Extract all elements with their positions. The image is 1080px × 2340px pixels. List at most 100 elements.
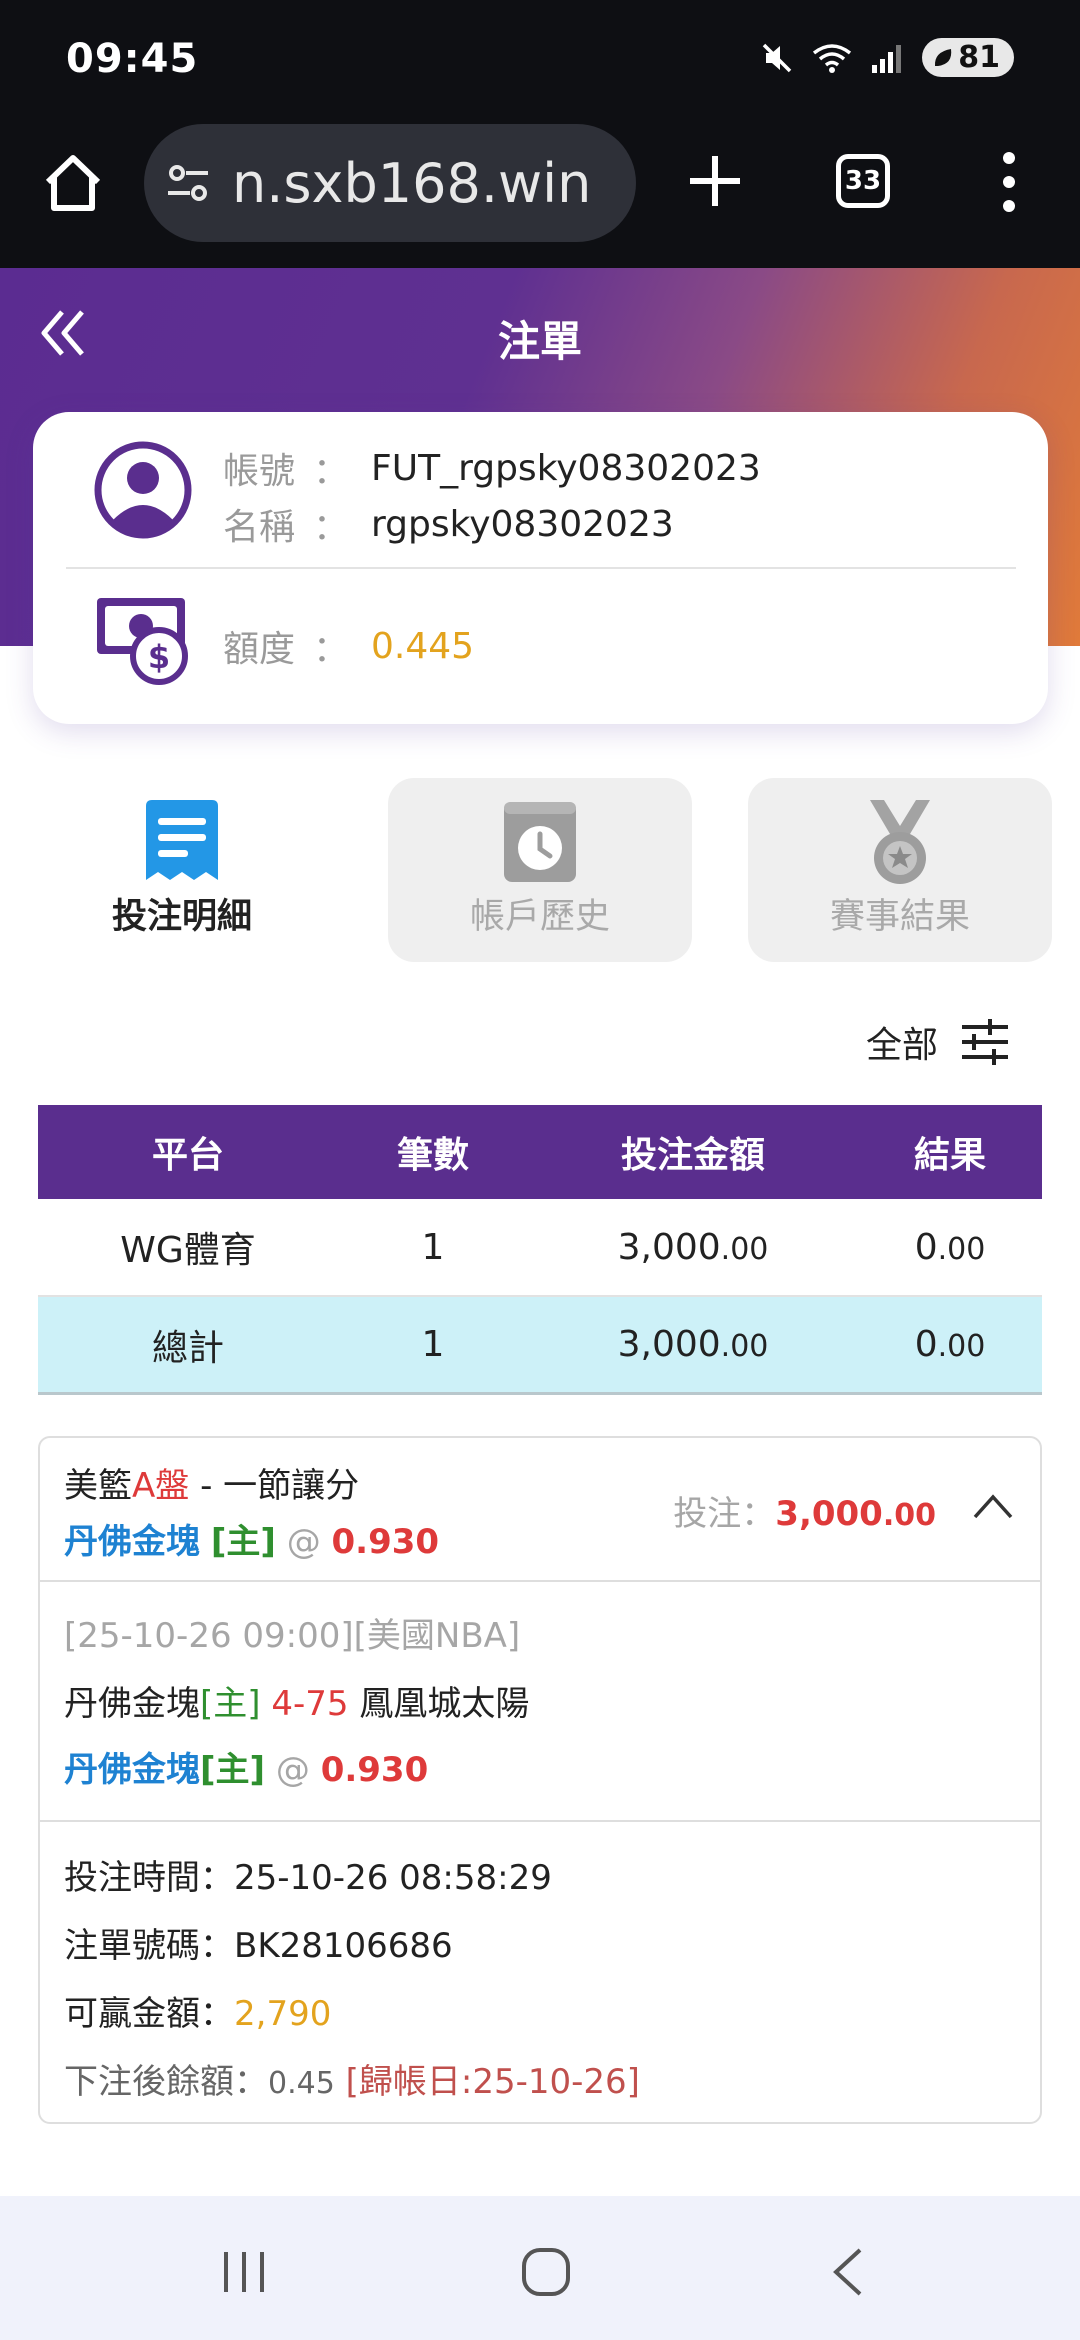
sliders-icon[interactable]	[960, 1017, 1010, 1067]
receipt-icon	[146, 800, 218, 880]
colon: ：	[313, 629, 350, 670]
header-result: 結果	[913, 1135, 986, 1176]
market-highlight: A盤	[132, 1466, 190, 1506]
page-title: 注單	[497, 317, 582, 366]
colon: ：	[313, 507, 350, 548]
win-label: 可贏金額：	[64, 1994, 234, 2034]
account-id-label: 帳號	[223, 451, 296, 492]
address-bar[interactable]: n.sxb168.win	[144, 124, 636, 242]
home-button-icon[interactable]	[520, 2246, 572, 2298]
money-coin-icon: $	[97, 598, 188, 685]
bet-detail-card: 美籃A盤 - 一節讓分 丹佛金塊 [主] @ 0.930 投注：3,000.00…	[38, 1436, 1042, 2124]
result-int: 0	[914, 1324, 938, 1365]
recent-apps-icon[interactable]	[218, 2246, 270, 2298]
pick-side: [主]	[210, 1522, 276, 1562]
settle-date: [歸帳日:25-10-26]	[345, 2062, 640, 2102]
bet-summary-header[interactable]: 美籃A盤 - 一節讓分 丹佛金塊 [主] @ 0.930 投注：3,000.00	[40, 1438, 1040, 1582]
account-name-row: 名稱 ： rgpsky08302023	[223, 498, 674, 550]
tab-switcher-button[interactable]: 33	[836, 154, 890, 208]
table-header: 平台 筆數 投注金額 結果	[38, 1105, 1042, 1199]
pick-team: 丹佛金塊	[64, 1750, 200, 1790]
pick-side: [主]	[200, 1750, 266, 1790]
wifi-icon	[813, 43, 852, 73]
url-text[interactable]: n.sxb168.win	[232, 152, 591, 215]
at-sign: @	[275, 1750, 310, 1790]
bet-event-section: [25-10-26 09:00][美國NBA] 丹佛金塊[主] 4-75 鳳凰城…	[40, 1582, 1040, 1822]
cell-result: 0.00	[858, 1324, 1042, 1365]
back-icon[interactable]	[824, 2246, 876, 2298]
filter-label: 全部	[865, 1025, 938, 1066]
cell-count: 1	[421, 1324, 445, 1365]
market-suffix: - 一節讓分	[189, 1466, 360, 1506]
card-divider	[66, 567, 1016, 569]
home-side: [主]	[200, 1684, 261, 1724]
bet-time-value: 25-10-26 08:58:29	[234, 1858, 552, 1898]
bet-stake: 投注：3,000.00	[673, 1486, 936, 1535]
tab-label: 賽事結果	[829, 897, 970, 937]
cell-result: 0.00	[858, 1227, 1042, 1268]
tab-account-history[interactable]: 帳戶歷史	[388, 778, 692, 962]
result-dec: .00	[937, 1231, 986, 1267]
account-id-row: 帳號 ： FUT_rgpsky08302023	[223, 442, 761, 494]
stake-int: 3,000	[775, 1494, 883, 1534]
pick-odds: 0.930	[331, 1522, 440, 1562]
status-icons: 81	[760, 38, 1014, 77]
ticket-label: 注單號碼：	[64, 1926, 234, 1966]
home-icon[interactable]	[40, 150, 106, 216]
event-matchup: 丹佛金塊[主] 4-75 鳳凰城太陽	[64, 1676, 529, 1725]
cell-amount: 3,000.00	[528, 1324, 858, 1365]
tab-label: 投注明細	[111, 897, 252, 937]
balance-label: 下注後餘額：	[64, 2062, 268, 2102]
account-name-label: 名稱	[223, 507, 296, 548]
medal-icon	[870, 800, 930, 884]
clock-book-icon	[504, 802, 576, 882]
summary-table: 平台 筆數 投注金額 結果 WG體育 1 3,000.00 0.00 總計 1 …	[38, 1105, 1042, 1395]
browser-toolbar: n.sxb168.win 33	[0, 120, 1080, 268]
stake-label: 投注：	[673, 1494, 776, 1534]
svg-text:$: $	[148, 638, 170, 676]
system-nav-bar	[0, 2196, 1080, 2340]
site-settings-icon[interactable]	[166, 161, 210, 205]
table-total-row: 總計 1 3,000.00 0.00	[38, 1297, 1042, 1395]
result-int: 0	[914, 1226, 938, 1268]
quota-label: 額度	[223, 629, 296, 670]
quota-value: 0.445	[371, 625, 475, 667]
account-name-value: rgpsky08302023	[371, 503, 674, 545]
amount-dec: .00	[720, 1231, 769, 1267]
bet-meta-section: 投注時間：25-10-26 08:58:29 注單號碼：BK28106686 可…	[40, 1822, 1040, 2126]
home-team: 丹佛金塊	[64, 1684, 200, 1724]
bet-time-label: 投注時間：	[64, 1858, 234, 1898]
table-row[interactable]: WG體育 1 3,000.00 0.00	[38, 1199, 1042, 1297]
pick-team: 丹佛金塊	[64, 1522, 200, 1562]
mute-icon	[763, 43, 792, 72]
more-menu-icon[interactable]	[994, 150, 1024, 214]
cell-platform: 總計	[151, 1327, 224, 1369]
amount-int: 3,000	[617, 1226, 721, 1268]
pick-odds: 0.930	[320, 1750, 429, 1790]
stake-dec: .00	[882, 1498, 936, 1533]
win-row: 可贏金額：2,790	[64, 1986, 331, 2035]
balance-value: 0.45	[268, 2066, 335, 2101]
signal-icon	[872, 44, 902, 73]
status-time: 09:45	[66, 36, 199, 82]
battery-indicator: 81	[922, 38, 1014, 77]
amount-dec: .00	[720, 1329, 769, 1364]
chevron-up-icon[interactable]	[972, 1492, 1014, 1520]
result-dec: .00	[937, 1329, 986, 1364]
colon: ：	[313, 451, 350, 492]
tab-match-results[interactable]: 賽事結果	[748, 778, 1052, 962]
battery-level: 81	[958, 40, 1000, 75]
balance-row: 下注後餘額：0.45 [歸帳日:25-10-26]	[64, 2054, 640, 2103]
filter-control[interactable]: 全部	[866, 1016, 1010, 1068]
at-sign: @	[286, 1522, 321, 1562]
new-tab-icon[interactable]	[686, 152, 744, 210]
tab-label: 帳戶歷史	[469, 897, 610, 937]
bet-time-row: 投注時間：25-10-26 08:58:29	[64, 1850, 552, 1899]
cell-platform: WG體育	[120, 1230, 256, 1271]
tab-bet-details[interactable]: 投注明細	[30, 778, 334, 962]
user-avatar-icon	[94, 441, 192, 539]
tab-count: 33	[844, 166, 882, 196]
bet-market: 美籃A盤 - 一節讓分	[64, 1458, 359, 1507]
quota-row: 額度 ： 0.445	[223, 620, 474, 672]
battery-saver-icon	[935, 48, 952, 66]
